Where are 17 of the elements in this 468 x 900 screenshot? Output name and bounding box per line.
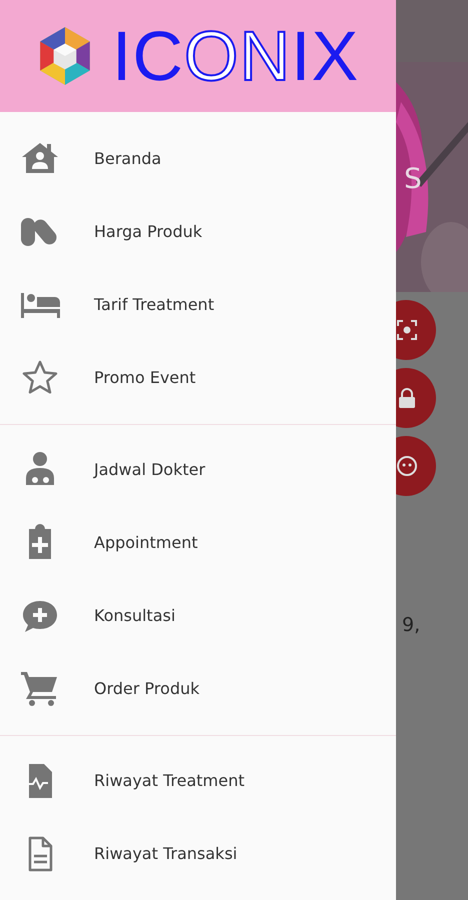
menu-item[interactable]: Beranda	[94, 149, 162, 168]
heading-text: S	[404, 162, 422, 195]
menu-item[interactable]: Tarif Treatment	[94, 295, 214, 314]
menu-item[interactable]: Riwayat Treatment	[94, 771, 244, 790]
app-bar	[396, 0, 468, 62]
lock-icon	[396, 387, 418, 409]
menu-item[interactable]: Harga Produk	[94, 222, 202, 241]
menu-item[interactable]: Jadwal Dokter	[94, 460, 206, 479]
menu-item[interactable]: Appointment	[94, 533, 198, 552]
menu-item[interactable]: Order Produk	[94, 679, 200, 698]
brand-logo-text: ICONIX	[112, 21, 360, 91]
menu-item[interactable]: Riwayat Transaksi	[94, 844, 238, 863]
menu-item[interactable]: Konsultasi	[94, 606, 176, 625]
body-text: 9,	[401, 614, 422, 636]
face-icon	[396, 455, 418, 477]
menu-item[interactable]: Promo Event	[94, 368, 196, 387]
scan-icon	[396, 319, 418, 341]
